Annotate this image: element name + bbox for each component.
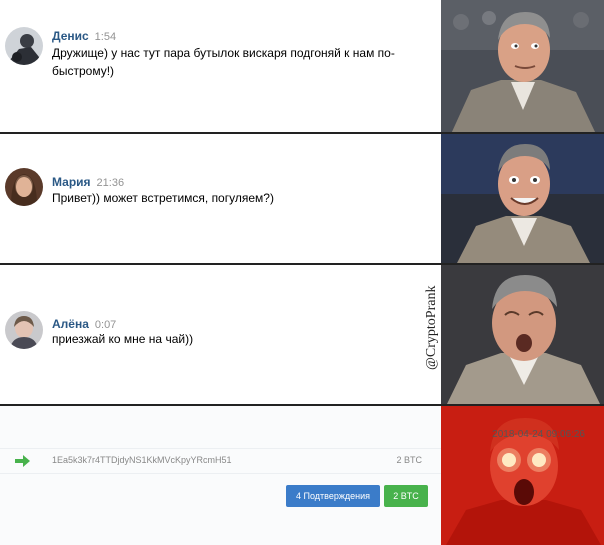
chat-panel-1: Денис 1:54 Дружище) у нас тут пара бутыло…	[0, 0, 604, 134]
watermark: @CryptoPrank	[418, 230, 442, 370]
chat-panel-3: Алёна 0:07 приезжай ко мне на чай))	[0, 265, 604, 406]
sender-name[interactable]: Мария 21:36	[52, 175, 124, 189]
confirmations-button[interactable]: 4 Подтверждения	[286, 485, 380, 507]
sender-name[interactable]: Алёна 0:07	[52, 317, 116, 331]
transaction-panel	[0, 406, 604, 545]
transaction-amount: 2 BTC	[396, 455, 422, 465]
message-line-1: Дружище) у нас тут пара бутылок вискаря …	[52, 46, 395, 60]
transaction-row[interactable]: 1Ea5k3k7r4TTDjdyNS1KkMVcKpyYRcmH51 2 BTC	[0, 448, 441, 474]
transaction-card	[0, 406, 441, 545]
avatar-maria[interactable]	[5, 168, 43, 206]
sender-name-text[interactable]: Мария	[52, 175, 91, 189]
message-text: Привет)) может встретимся, погуляем?)	[52, 189, 274, 207]
reaction-image-3	[441, 265, 604, 404]
arrow-right-icon	[15, 454, 31, 473]
message-time: 1:54	[94, 31, 117, 43]
reaction-image-1	[441, 0, 604, 132]
chat-panel-2: Мария 21:36 Привет)) может встретимся, по…	[0, 134, 604, 265]
reaction-image-4	[441, 406, 604, 545]
avatar-denis[interactable]	[5, 27, 43, 65]
message-text: Дружище) у нас тут пара бутылок вискаря …	[52, 44, 395, 80]
chat-message-1[interactable]: Денис 1:54 Дружище) у нас тут пара бутыло…	[0, 0, 441, 132]
message-line-1: Привет)) может встретимся, погуляем?)	[52, 191, 274, 205]
message-line-2: быстрому!)	[52, 64, 115, 78]
amount-button[interactable]: 2 BTC	[384, 485, 428, 507]
reaction-image-2	[441, 134, 604, 263]
chat-message-2[interactable]: Мария 21:36 Привет)) может встретимся, по…	[0, 134, 441, 263]
chat-message-3[interactable]: Алёна 0:07 приезжай ко мне на чай))	[0, 265, 441, 404]
avatar-alena[interactable]	[5, 311, 43, 349]
sender-name[interactable]: Денис 1:54	[52, 29, 116, 43]
watermark-text: @CryptoPrank	[424, 286, 439, 370]
transaction-address[interactable]: 1Ea5k3k7r4TTDjdyNS1KkMVcKpyYRcmH51	[52, 455, 232, 465]
message-time: 21:36	[96, 177, 125, 189]
message-text: приезжай ко мне на чай))	[52, 330, 193, 348]
transaction-date: 2018-04-24 09:06:26	[492, 429, 585, 440]
sender-name-text[interactable]: Алёна	[52, 317, 89, 331]
message-line-1: приезжай ко мне на чай))	[52, 332, 194, 346]
sender-name-text[interactable]: Денис	[52, 29, 89, 43]
